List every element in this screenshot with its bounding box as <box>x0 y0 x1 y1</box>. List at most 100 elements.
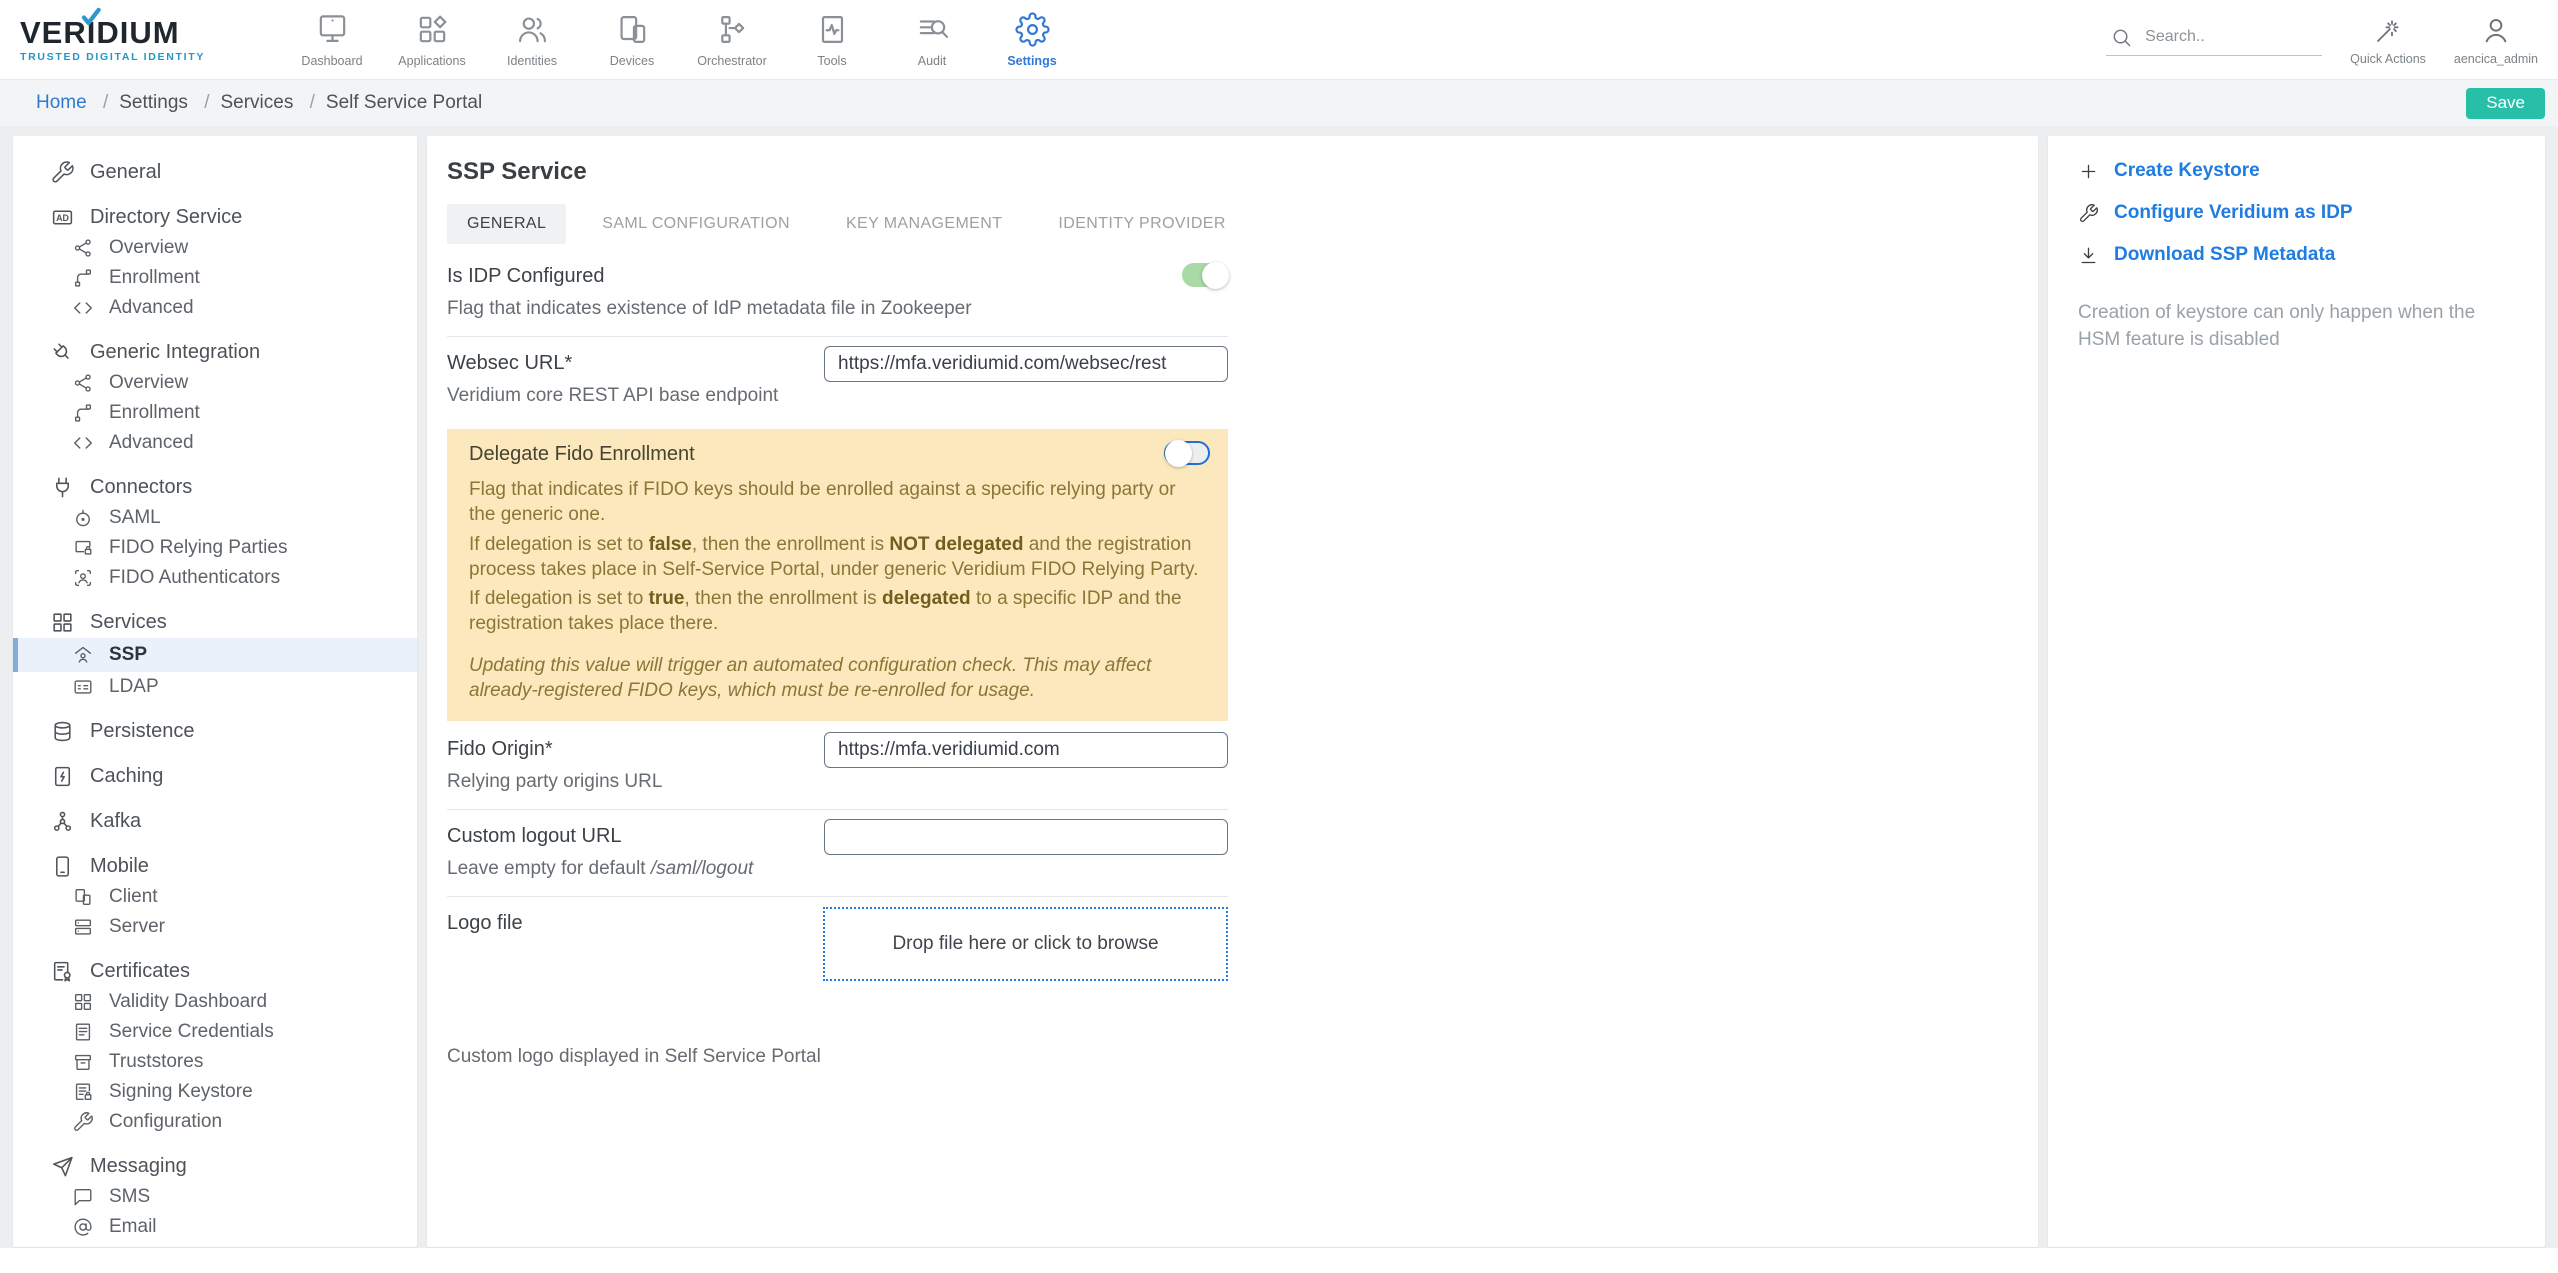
breadcrumb-settings[interactable]: Settings / <box>119 92 220 114</box>
sidebar-item-certificates[interactable]: Certificates <box>13 955 417 987</box>
orchestrator-icon <box>715 12 750 47</box>
sidebar-item-generic-integration[interactable]: Generic Integration <box>13 336 417 368</box>
code-icon <box>72 432 94 454</box>
sidebar-item-server[interactable]: Server <box>13 912 417 942</box>
sidebar-item-directory-service[interactable]: AD Directory Service <box>13 201 417 233</box>
quick-actions-button[interactable]: Quick Actions <box>2350 16 2426 66</box>
logo-file-description: Custom logo displayed in Self Service Po… <box>447 1046 1228 1068</box>
sidebar-item-ldap[interactable]: LDAP <box>13 672 417 702</box>
download-icon <box>2078 245 2099 266</box>
chat-icon <box>72 1186 94 1208</box>
audit-icon <box>915 12 950 47</box>
send-icon <box>50 1154 75 1179</box>
delegate-fido-panel: Delegate Fido Enrollment Flag that indic… <box>447 429 1228 721</box>
tools-icon <box>815 12 850 47</box>
sidebar-item-ssp[interactable]: SSP <box>13 638 417 672</box>
dashboard-icon <box>315 12 350 47</box>
fido-origin-input[interactable] <box>824 732 1228 768</box>
sidebar-item-client[interactable]: Client <box>13 882 417 912</box>
nav-applications[interactable]: Applications <box>382 12 482 68</box>
devices-icon <box>615 12 650 47</box>
sidebar-item-messaging[interactable]: Messaging <box>13 1150 417 1182</box>
websec-url-input[interactable] <box>824 346 1228 382</box>
wrench-icon <box>50 160 75 185</box>
username-label: aencica_admin <box>2454 52 2538 66</box>
sidebar-item-caching[interactable]: Caching <box>13 760 417 792</box>
custom-logout-input[interactable] <box>824 819 1228 855</box>
tab-saml-configuration[interactable]: SAML CONFIGURATION <box>582 204 810 244</box>
nav-devices[interactable]: Devices <box>582 12 682 68</box>
tab-key-management[interactable]: KEY MANAGEMENT <box>826 204 1022 244</box>
sidebar-item-general[interactable]: General <box>13 156 417 188</box>
sidebar-item-saml[interactable]: SAML <box>13 503 417 533</box>
code-icon <box>72 297 94 319</box>
sidebar-item-enrollment[interactable]: Enrollment <box>13 263 417 293</box>
toggle-knob <box>1202 262 1229 289</box>
nav-settings[interactable]: Settings <box>982 12 1082 68</box>
breadcrumb-separator: / <box>103 92 108 113</box>
nav-audit[interactable]: Audit <box>882 12 982 68</box>
save-button[interactable]: Save <box>2466 88 2545 119</box>
logo-file-dropzone[interactable]: Drop file here or click to browse <box>823 907 1228 981</box>
delegate-paragraph-if-delegation-is-set-to-false-then-the-e: If delegation is set to false, then the … <box>469 532 1206 583</box>
tab-identity-provider[interactable]: IDENTITY PROVIDER <box>1038 204 1245 244</box>
breadcrumb-self-service-portal[interactable]: Self Service Portal / <box>326 92 482 114</box>
is-idp-description: Flag that indicates existence of IdP met… <box>447 298 1228 320</box>
tab-general[interactable]: GENERAL <box>447 204 566 244</box>
sidebar-item-services[interactable]: Services <box>13 606 417 638</box>
nav-identities[interactable]: Identities <box>482 12 582 68</box>
sidebar-item-fido-authenticators[interactable]: FIDO Authenticators <box>13 563 417 593</box>
sidebar-item-overview[interactable]: Overview <box>13 233 417 263</box>
veridium-logo[interactable]: VERIDIUM TRUSTED DIGITAL IDENTITY <box>20 17 248 63</box>
wrench-icon <box>72 1111 94 1133</box>
lock-round-icon <box>72 507 94 529</box>
user-menu[interactable]: aencica_admin <box>2454 14 2538 66</box>
sidebar-item-email[interactable]: Email <box>13 1212 417 1242</box>
nav-orchestrator[interactable]: Orchestrator <box>682 12 782 68</box>
sidebar-item-configuration[interactable]: Configuration <box>13 1107 417 1137</box>
breadcrumb-services[interactable]: Services / <box>220 92 325 114</box>
sidebar-item-persistence[interactable]: Persistence <box>13 715 417 747</box>
action-download-ssp-metadata[interactable]: Download SSP Metadata <box>2078 244 2515 266</box>
field-websec-url: Websec URL* Veridium core REST API base … <box>447 337 1228 423</box>
sidebar-item-service-credentials[interactable]: Service Credentials <box>13 1017 417 1047</box>
sidebar-item-mobile[interactable]: Mobile <box>13 850 417 882</box>
nav-dashboard[interactable]: Dashboard <box>282 12 382 68</box>
route-icon <box>72 402 94 424</box>
sidebar-item-overview[interactable]: Overview <box>13 368 417 398</box>
sidebar-item-sms[interactable]: SMS <box>13 1182 417 1212</box>
gear-icon <box>1015 12 1050 47</box>
search-icon[interactable] <box>2110 26 2133 49</box>
content-area: General AD Directory Service Overview En… <box>0 126 2558 1247</box>
sidebar-item-advanced[interactable]: Advanced <box>13 293 417 323</box>
plug-diagonal-icon <box>50 340 75 365</box>
sidebar-item-signing-keystore[interactable]: Signing Keystore <box>13 1077 417 1107</box>
delegate-fido-label: Delegate Fido Enrollment <box>469 443 1206 466</box>
service-tabs: GENERAL SAML CONFIGURATION KEY MANAGEMENT I… <box>447 204 2038 244</box>
keystore-actions: Create Keystore Configure Veridium as ID… <box>2078 160 2515 266</box>
face-id-icon <box>72 567 94 589</box>
sidebar-item-truststores[interactable]: Truststores <box>13 1047 417 1077</box>
sidebar-item-enrollment[interactable]: Enrollment <box>13 398 417 428</box>
action-configure-veridium-as-idp[interactable]: Configure Veridium as IDP <box>2078 202 2515 224</box>
action-create-keystore[interactable]: Create Keystore <box>2078 160 2515 182</box>
delegate-fido-warning: Updating this value will trigger an auto… <box>469 653 1206 704</box>
sidebar-item-fido-relying-parties[interactable]: FIDO Relying Parties <box>13 533 417 563</box>
sidebar-item-advanced[interactable]: Advanced <box>13 428 417 458</box>
is-idp-toggle[interactable] <box>1182 263 1228 287</box>
sidebar-item-connectors[interactable]: Connectors <box>13 471 417 503</box>
settings-sidebar: General AD Directory Service Overview En… <box>13 136 417 1247</box>
quick-actions-label: Quick Actions <box>2350 52 2426 66</box>
field-custom-logout-url: Custom logout URL Leave empty for defaul… <box>447 810 1228 897</box>
field-fido-origin: Fido Origin* Relying party origins URL <box>447 723 1228 810</box>
breadcrumb-home[interactable]: Home / <box>36 92 119 114</box>
kafka-icon <box>50 809 75 834</box>
check-icon <box>78 4 104 30</box>
sidebar-item-validity-dashboard[interactable]: Validity Dashboard <box>13 987 417 1017</box>
general-form: Is IDP Configured Flag that indicates ex… <box>447 250 1228 1068</box>
search-input[interactable] <box>2143 27 2297 47</box>
sidebar-item-kafka[interactable]: Kafka <box>13 805 417 837</box>
nodes-icon <box>72 372 94 394</box>
nav-tools[interactable]: Tools <box>782 12 882 68</box>
delegate-fido-toggle[interactable] <box>1164 441 1210 465</box>
